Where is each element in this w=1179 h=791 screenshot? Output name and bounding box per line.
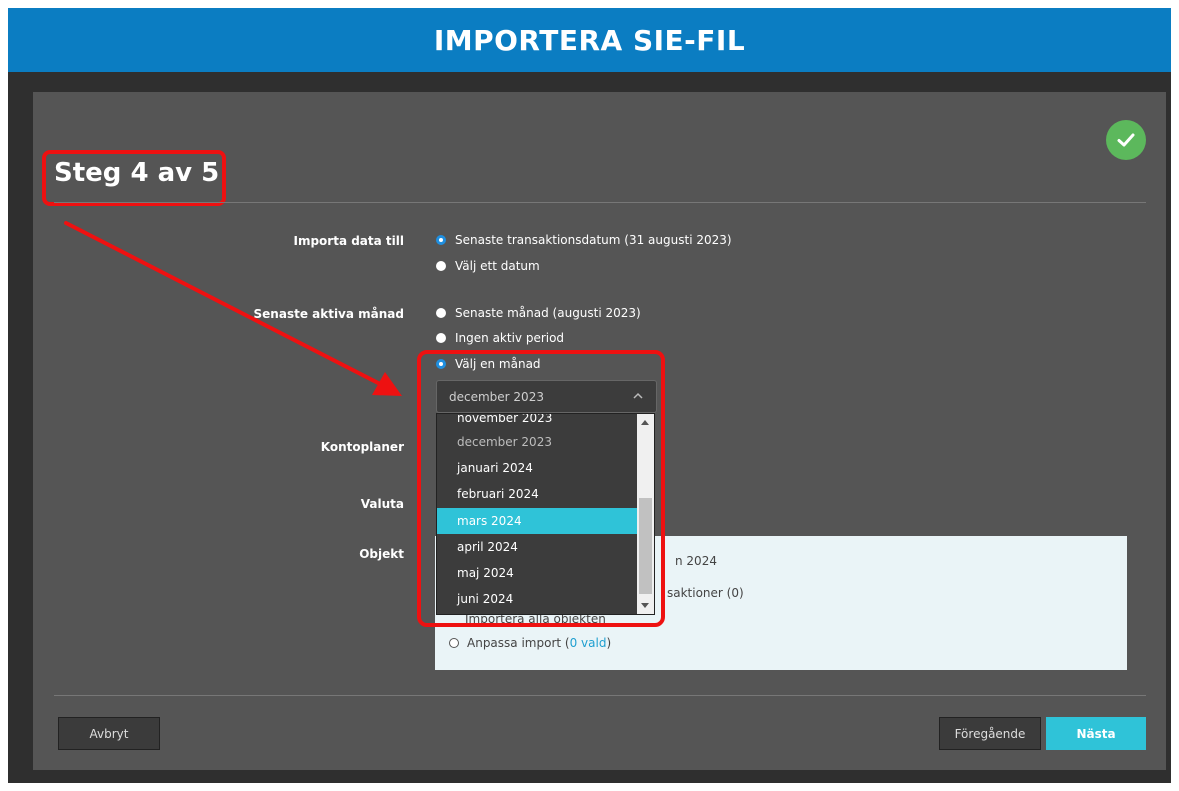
radio-label: Ingen aktiv period bbox=[455, 331, 565, 345]
radio-icon[interactable] bbox=[436, 308, 446, 318]
radio-latest-month[interactable]: Senaste månad (augusti 2023) bbox=[436, 306, 641, 320]
cancel-button[interactable]: Avbryt bbox=[58, 717, 160, 750]
app-header: IMPORTERA SIE-FIL bbox=[8, 8, 1171, 72]
custom-import-label: Anpassa import ( bbox=[467, 636, 570, 650]
previous-button[interactable]: Föregående bbox=[939, 717, 1041, 750]
radio-label: Senaste månad (augusti 2023) bbox=[455, 306, 641, 320]
kontoplaner-label: Kontoplaner bbox=[320, 440, 404, 454]
radio-label: Senaste transaktionsdatum (31 augusti 20… bbox=[455, 233, 732, 247]
radio-icon[interactable] bbox=[436, 333, 446, 343]
objekt-partial-text: n 2024 bbox=[675, 554, 717, 568]
radio-selected-icon[interactable] bbox=[436, 235, 446, 245]
radio-label: Välj ett datum bbox=[455, 259, 540, 273]
header-title: IMPORTERA SIE-FIL bbox=[433, 23, 746, 57]
valuta-label: Valuta bbox=[360, 497, 404, 511]
check-icon bbox=[1106, 120, 1146, 160]
selected-count-link[interactable]: 0 vald bbox=[570, 636, 607, 650]
custom-import-option[interactable]: Anpassa import (0 vald) bbox=[449, 636, 611, 650]
active-month-label: Senaste aktiva månad bbox=[253, 307, 404, 321]
next-button[interactable]: Nästa bbox=[1046, 717, 1146, 750]
objekt-partial-text: saktioner (0) bbox=[667, 586, 744, 600]
radio-icon[interactable] bbox=[449, 638, 459, 648]
divider bbox=[54, 202, 1146, 203]
custom-import-close: ) bbox=[606, 636, 612, 650]
annotation-highlight-step bbox=[42, 150, 226, 206]
radio-no-active-period[interactable]: Ingen aktiv period bbox=[436, 331, 564, 345]
annotation-highlight-dropdown bbox=[417, 350, 665, 627]
import-to-label: Importa data till bbox=[293, 234, 404, 248]
divider bbox=[54, 695, 1146, 696]
radio-choose-date[interactable]: Välj ett datum bbox=[436, 259, 540, 273]
radio-icon[interactable] bbox=[436, 261, 446, 271]
objekt-label: Objekt bbox=[359, 547, 404, 561]
radio-latest-transaction[interactable]: Senaste transaktionsdatum (31 augusti 20… bbox=[436, 233, 732, 247]
